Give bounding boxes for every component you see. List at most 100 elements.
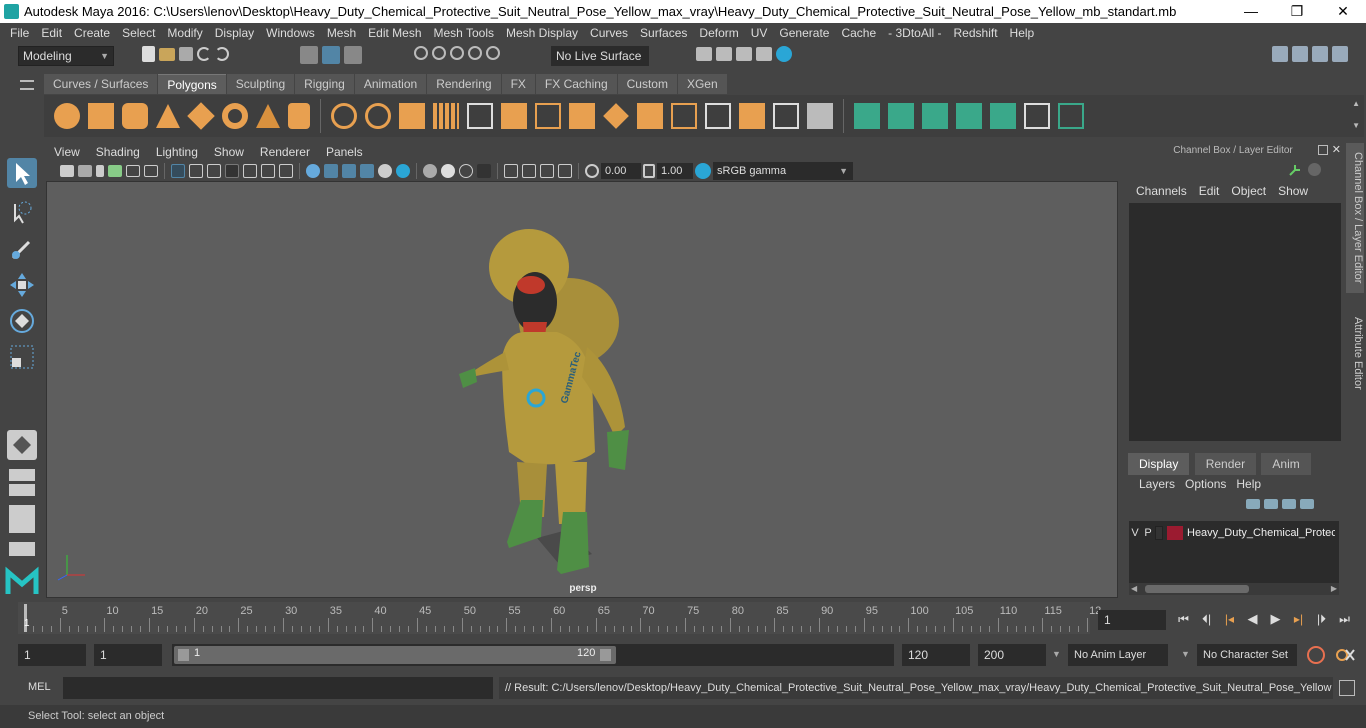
viewport-menu-panels[interactable]: Panels	[318, 143, 371, 161]
suit-model[interactable]: GammaTec	[47, 182, 1119, 599]
uv-cylindrical-icon[interactable]	[888, 103, 914, 129]
menu-mesh-tools[interactable]: Mesh Tools	[428, 23, 500, 43]
uv-spherical-icon[interactable]	[922, 103, 948, 129]
menu-generate[interactable]: Generate	[773, 23, 835, 43]
tab-custom[interactable]: Custom	[617, 74, 677, 94]
merge-icon[interactable]	[807, 103, 833, 129]
toggle-tool-settings-icon[interactable]	[1312, 46, 1328, 62]
snap-point-icon[interactable]	[450, 46, 464, 60]
tab-sculpting[interactable]: Sculpting	[226, 74, 295, 94]
uv-automatic-icon[interactable]	[956, 103, 982, 129]
safe-action-icon[interactable]	[540, 164, 554, 178]
multi-cut-icon[interactable]	[705, 103, 731, 129]
script-editor-icon[interactable]	[1339, 680, 1355, 696]
shadows-icon[interactable]	[261, 164, 275, 178]
animation-start-field[interactable]: 1	[18, 644, 86, 666]
shelf-options-icon[interactable]	[20, 80, 34, 90]
current-frame-field[interactable]: 1	[1098, 610, 1166, 630]
scroll-thumb[interactable]	[1145, 585, 1249, 593]
shelf-scroll-down-icon[interactable]: ▼	[1352, 121, 1360, 130]
motion-blur-icon[interactable]	[396, 164, 410, 178]
menu-help[interactable]: Help	[1004, 23, 1041, 43]
menu-windows[interactable]: Windows	[260, 23, 321, 43]
viewport-menu-shading[interactable]: Shading	[88, 143, 148, 161]
snap-curve-icon[interactable]	[432, 46, 446, 60]
channel-menu-show[interactable]: Show	[1272, 181, 1314, 201]
tab-animation[interactable]: Animation	[354, 74, 427, 94]
poly-torus-icon[interactable]	[222, 103, 248, 129]
poly-cone-icon[interactable]	[156, 104, 180, 128]
poly-plane-icon[interactable]	[187, 102, 215, 130]
smooth-icon[interactable]	[433, 103, 459, 129]
gamma-icon[interactable]	[643, 164, 655, 178]
save-scene-icon[interactable]	[179, 47, 193, 61]
gate-mask-icon[interactable]	[477, 164, 491, 178]
go-to-start-icon[interactable]: ⏮	[1174, 612, 1193, 627]
screen-space-ao-icon[interactable]	[378, 164, 392, 178]
scroll-right-icon[interactable]: ▶	[1331, 584, 1337, 593]
resolution-gate-icon[interactable]	[522, 164, 536, 178]
menu-deform[interactable]: Deform	[693, 23, 744, 43]
layer-menu-help[interactable]: Help	[1231, 477, 1266, 491]
tab-curves-surfaces[interactable]: Curves / Surfaces	[44, 74, 158, 94]
four-view-layout-icon[interactable]	[9, 468, 35, 496]
select-camera-icon[interactable]	[504, 164, 518, 178]
tab-attribute-editor[interactable]: Attribute Editor	[1346, 308, 1364, 398]
anti-aliasing-icon[interactable]	[423, 164, 437, 178]
auto-key-icon[interactable]	[1307, 646, 1325, 664]
step-back-frame-icon[interactable]: |◂	[1220, 612, 1239, 626]
field-chart-icon[interactable]	[558, 164, 572, 178]
scale-tool-icon[interactable]	[7, 342, 37, 372]
append-icon[interactable]	[603, 103, 629, 129]
grid-toggle-icon[interactable]	[126, 165, 140, 177]
menu-edit[interactable]: Edit	[35, 23, 68, 43]
outliner-layout-icon[interactable]	[9, 542, 35, 556]
step-forward-key-icon[interactable]: |⏵	[1312, 612, 1331, 627]
mirror-icon[interactable]	[467, 103, 493, 129]
camera-icon[interactable]	[60, 165, 74, 177]
viewport-menu-lighting[interactable]: Lighting	[148, 143, 206, 161]
layer-menu-layers[interactable]: Layers	[1134, 477, 1180, 491]
play-forwards-icon[interactable]: ▶	[1266, 611, 1285, 627]
menu-file[interactable]: File	[4, 23, 35, 43]
layer-visibility-toggle[interactable]: V	[1129, 527, 1141, 539]
animation-end-field[interactable]: 200	[978, 644, 1046, 666]
select-by-object-icon[interactable]	[322, 46, 340, 64]
close-panel-icon[interactable]: ✕	[1332, 143, 1341, 156]
extrude-icon[interactable]	[501, 103, 527, 129]
layer-row[interactable]: V P Heavy_Duty_Chemical_Protec	[1129, 524, 1339, 542]
poly-pyramid-icon[interactable]	[256, 104, 280, 128]
layer-color-swatch[interactable]	[1167, 526, 1183, 540]
move-tool-icon[interactable]	[7, 270, 37, 300]
tab-anim[interactable]: Anim	[1261, 453, 1311, 475]
anim-layer-field[interactable]: No Anim Layer	[1068, 644, 1168, 666]
color-management-icon[interactable]	[695, 163, 711, 179]
xray-icon[interactable]	[279, 164, 293, 178]
range-end-grip[interactable]	[600, 649, 611, 661]
restore-button[interactable]: ❐	[1274, 0, 1320, 23]
wireframe-on-shaded-icon[interactable]	[207, 164, 221, 178]
undo-icon[interactable]	[197, 47, 211, 61]
isolate-select-icon[interactable]	[306, 164, 320, 178]
range-start-grip[interactable]	[178, 649, 189, 661]
move-layer-down-icon[interactable]	[1264, 499, 1278, 509]
select-tool-icon[interactable]	[7, 158, 37, 188]
scroll-left-icon[interactable]: ◀	[1131, 584, 1137, 593]
mode-dropdown[interactable]: Modeling ▼	[18, 46, 114, 66]
select-by-hierarchy-icon[interactable]	[300, 46, 318, 64]
time-slider[interactable]: 5 10 15 20 25 30 35 40 45 50 55 60 65 70 75 80 85 90 95 100…	[18, 602, 1101, 634]
menu-mesh[interactable]: Mesh	[321, 23, 362, 43]
range-slider[interactable]: 1 120	[172, 644, 894, 666]
move-layer-up-icon[interactable]	[1246, 499, 1260, 509]
exposure-icon[interactable]	[585, 164, 599, 178]
menu-mesh-display[interactable]: Mesh Display	[500, 23, 584, 43]
step-back-key-icon[interactable]: ⏴|	[1197, 612, 1216, 627]
fill-hole-icon[interactable]	[637, 103, 663, 129]
bookmark-icon[interactable]	[96, 165, 104, 177]
perspective-viewport[interactable]: GammaTec persp	[46, 181, 1118, 598]
menu-uv[interactable]: UV	[745, 23, 774, 43]
xray-joints-icon[interactable]	[324, 164, 338, 178]
go-to-end-icon[interactable]: ⏭	[1335, 612, 1354, 627]
channel-menu-channels[interactable]: Channels	[1130, 181, 1193, 201]
playback-start-field[interactable]: 1	[94, 644, 162, 666]
